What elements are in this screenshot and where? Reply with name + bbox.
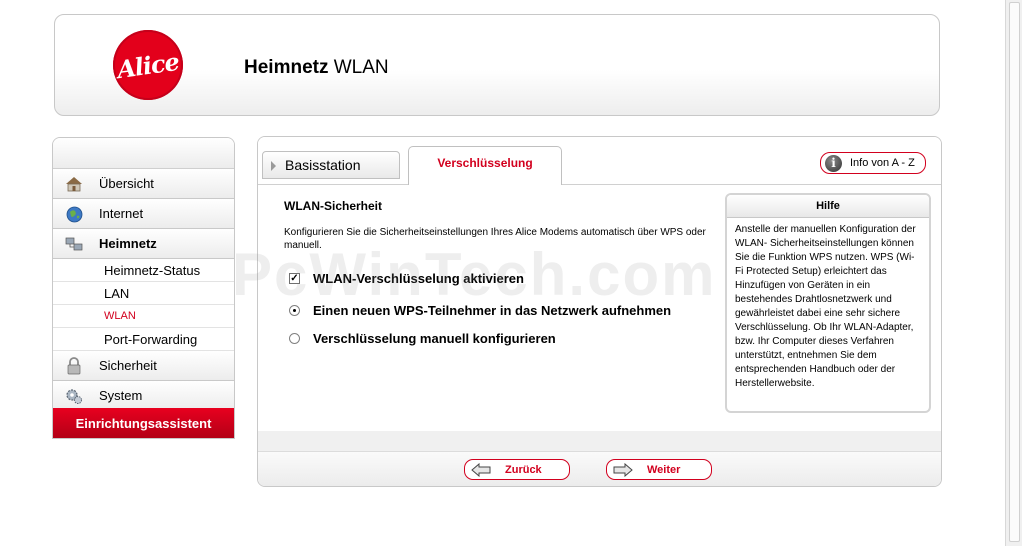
section-title: WLAN-Sicherheit — [284, 199, 383, 213]
house-icon — [65, 175, 83, 193]
page-header: Alice Heimnetz WLAN — [54, 14, 940, 116]
radio-manual-label: Verschlüsselung manuell konfigurieren — [313, 331, 556, 346]
manual-radio-option[interactable]: Verschlüsselung manuell konfigurieren — [289, 331, 556, 346]
sidebar-item-label: System — [99, 388, 143, 403]
globe-icon — [65, 205, 83, 223]
page-title-section: Heimnetz — [244, 57, 329, 78]
window-scrollbar[interactable] — [1005, 0, 1022, 546]
lock-icon — [65, 357, 83, 375]
next-button-label: Weiter — [647, 463, 681, 476]
info-a-z-button[interactable]: i Info von A - Z — [820, 152, 926, 174]
setup-wizard-button[interactable]: Einrichtungsassistent — [53, 408, 234, 438]
page-title: Heimnetz WLAN — [244, 57, 389, 79]
sidebar-subitem-wlan[interactable]: WLAN — [53, 305, 234, 328]
sidebar-item-label: Übersicht — [99, 176, 154, 191]
sidebar-item-internet[interactable]: Internet — [53, 199, 234, 229]
alice-logo-text: Alice — [115, 46, 181, 84]
sidebar-item-label: Internet — [99, 206, 144, 221]
page-title-page: WLAN — [328, 57, 389, 78]
navigation-button-row: Zurück Weiter — [258, 451, 941, 486]
radio-manual[interactable] — [289, 333, 300, 344]
help-text: Anstelle der manuellen Konfiguration der… — [735, 224, 916, 389]
help-box: Hilfe Anstelle der manuellen Konfigurati… — [725, 193, 931, 413]
wps-radio-option[interactable]: Einen neuen WPS-Teilnehmer in das Netzwe… — [289, 303, 671, 318]
sidebar-item-label: Heimnetz — [99, 236, 157, 251]
sidebar-subitem-port-forwarding[interactable]: Port-Forwarding — [53, 328, 234, 351]
sidebar-item-uebersicht[interactable]: Übersicht — [53, 169, 234, 199]
sidebar-item-sicherheit[interactable]: Sicherheit — [53, 351, 234, 381]
gears-icon — [65, 387, 83, 405]
sidebar-subitem-heimnetz-status[interactable]: Heimnetz-Status — [53, 259, 234, 282]
next-button[interactable]: Weiter — [606, 459, 712, 480]
info-button-label: Info von A - Z — [850, 157, 915, 169]
tab-verschluesselung[interactable]: Verschlüsselung — [408, 146, 562, 186]
radio-wps[interactable] — [289, 305, 300, 316]
sidebar-item-label: Sicherheit — [99, 358, 157, 373]
tab-bar: Basisstation Verschlüsselung i Info von … — [258, 137, 941, 186]
main-panel: Basisstation Verschlüsselung i Info von … — [257, 136, 942, 487]
section-description: Konfigurieren Sie die Sicherheitseinstel… — [284, 227, 706, 251]
scrollbar-thumb[interactable] — [1009, 2, 1020, 542]
checkbox-checkmark[interactable]: ✓ — [289, 273, 300, 284]
network-icon — [65, 235, 83, 253]
help-title: Hilfe — [727, 195, 929, 218]
radio-wps-label: Einen neuen WPS-Teilnehmer in das Netzwe… — [313, 303, 672, 318]
sidebar-item-heimnetz[interactable]: Heimnetz — [53, 229, 234, 259]
chevron-right-icon — [271, 161, 276, 171]
sidebar-item-system[interactable]: System — [53, 381, 234, 411]
sidebar-top-cap — [53, 138, 234, 169]
content-footer-band — [258, 431, 941, 451]
info-icon: i — [825, 154, 842, 172]
sidebar-nav: Übersicht Internet Heimnetz Heimnetz-Sta… — [52, 137, 235, 439]
tab-basisstation[interactable]: Basisstation — [262, 151, 400, 179]
arrow-right-icon — [613, 462, 633, 477]
sidebar-subitem-lan[interactable]: LAN — [53, 282, 234, 305]
arrow-left-icon — [471, 462, 491, 477]
back-button-label: Zurück — [505, 463, 542, 476]
back-button[interactable]: Zurück — [464, 459, 570, 480]
tab-label: Basisstation — [285, 157, 361, 173]
browser-viewport: Alice Heimnetz WLAN Übersicht Internet H… — [0, 0, 1022, 546]
content-area: WLAN-Sicherheit Konfigurieren Sie die Si… — [258, 185, 941, 431]
alice-logo[interactable]: Alice — [113, 30, 183, 100]
wlan-encryption-checkbox[interactable]: ✓ WLAN-Verschlüsselung aktivieren — [289, 271, 524, 286]
checkbox-label: WLAN-Verschlüsselung aktivieren — [313, 271, 524, 286]
